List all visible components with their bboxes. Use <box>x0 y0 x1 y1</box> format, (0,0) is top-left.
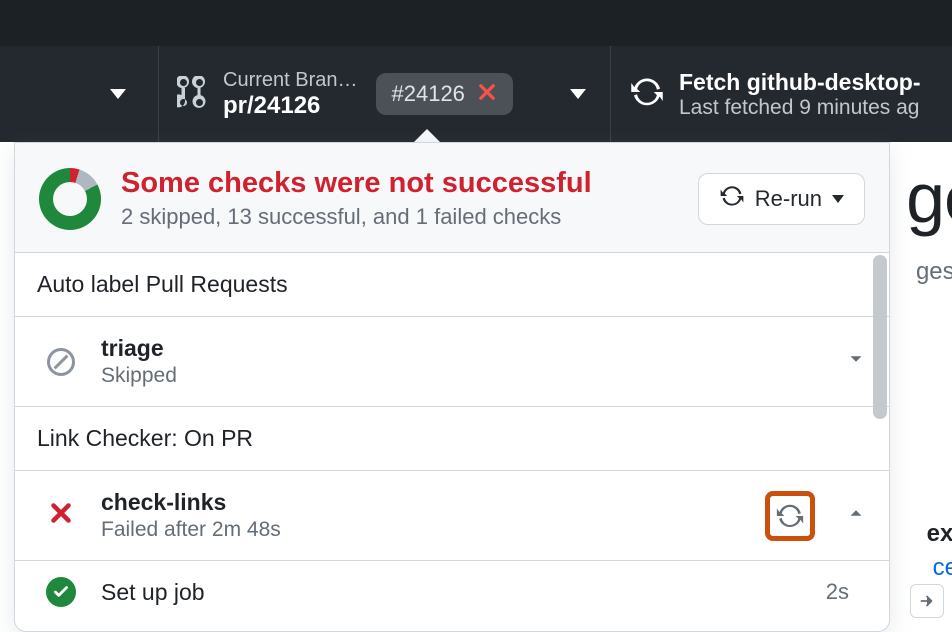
chevron-down-icon <box>832 195 844 203</box>
chevron-down-icon[interactable] <box>845 348 867 375</box>
job-name: triage <box>101 335 821 362</box>
chevron-up-icon[interactable] <box>845 502 867 529</box>
pr-number: #24126 <box>392 81 465 107</box>
workflow-group-header: Link Checker: On PR <box>15 407 889 471</box>
branch-selector-label: Current Bran… <box>223 69 358 92</box>
status-failed-icon <box>45 501 77 530</box>
workflow-group-header: Auto label Pull Requests <box>15 253 889 317</box>
job-name: check-links <box>101 489 741 516</box>
sync-icon <box>629 74 665 115</box>
popover-notch <box>413 129 441 143</box>
checks-summary-donut <box>39 168 101 230</box>
fetch-subtitle: Last fetched 9 minutes ag <box>679 96 920 120</box>
x-fail-icon <box>477 82 497 107</box>
step-name: Set up job <box>101 579 205 606</box>
rerun-job-button[interactable] <box>765 491 815 541</box>
rerun-button-label: Re-run <box>755 186 822 212</box>
toolbar-branch-selector[interactable]: Current Bran… pr/24126 #24126 <box>158 46 610 142</box>
toolbar-fetch-button[interactable]: Fetch github-desktop- Last fetched 9 min… <box>610 46 952 142</box>
chevron-down-icon <box>110 89 126 99</box>
window-titlebar <box>0 0 952 46</box>
step-row-setup-job[interactable]: Set up job 2s <box>15 561 889 609</box>
checks-list[interactable]: Auto label Pull Requests triage Skipped … <box>15 253 889 609</box>
app-toolbar: Current Bran… pr/24126 #24126 Fetch gith… <box>0 46 952 142</box>
main-content: ge ges in exter ces Some checks were not… <box>0 142 952 632</box>
step-duration: 2s <box>826 579 849 605</box>
job-meta: Skipped <box>101 364 821 388</box>
ci-checks-popover: Some checks were not successful 2 skippe… <box>14 142 890 632</box>
job-row-check-links[interactable]: check-links Failed after 2m 48s <box>15 471 889 561</box>
job-row-triage[interactable]: triage Skipped <box>15 317 889 407</box>
status-skipped-icon <box>45 348 77 376</box>
job-meta: Failed after 2m 48s <box>101 518 741 542</box>
status-success-icon <box>45 577 77 607</box>
chevron-down-icon <box>570 89 586 99</box>
checks-header: Some checks were not successful 2 skippe… <box>15 143 889 253</box>
toolbar-repo-selector[interactable] <box>0 46 158 142</box>
pull-request-icon <box>177 76 209 113</box>
fetch-title: Fetch github-desktop- <box>679 69 920 96</box>
sync-icon <box>719 183 745 215</box>
background-text-fragment: exter <box>927 520 952 548</box>
background-sub-fragment: ges in <box>916 258 952 286</box>
branch-selector-value: pr/24126 <box>223 92 358 120</box>
background-heading-fragment: ge <box>906 158 952 238</box>
pr-status-pill[interactable]: #24126 <box>376 73 513 115</box>
checks-subtitle: 2 skipped, 13 successful, and 1 failed c… <box>121 204 678 230</box>
scrollbar-thumb[interactable] <box>873 255 887 419</box>
background-link-fragment[interactable]: ces <box>933 554 952 582</box>
rerun-all-button[interactable]: Re-run <box>698 173 865 225</box>
arrow-icon[interactable] <box>910 584 944 618</box>
checks-title: Some checks were not successful <box>121 167 678 200</box>
